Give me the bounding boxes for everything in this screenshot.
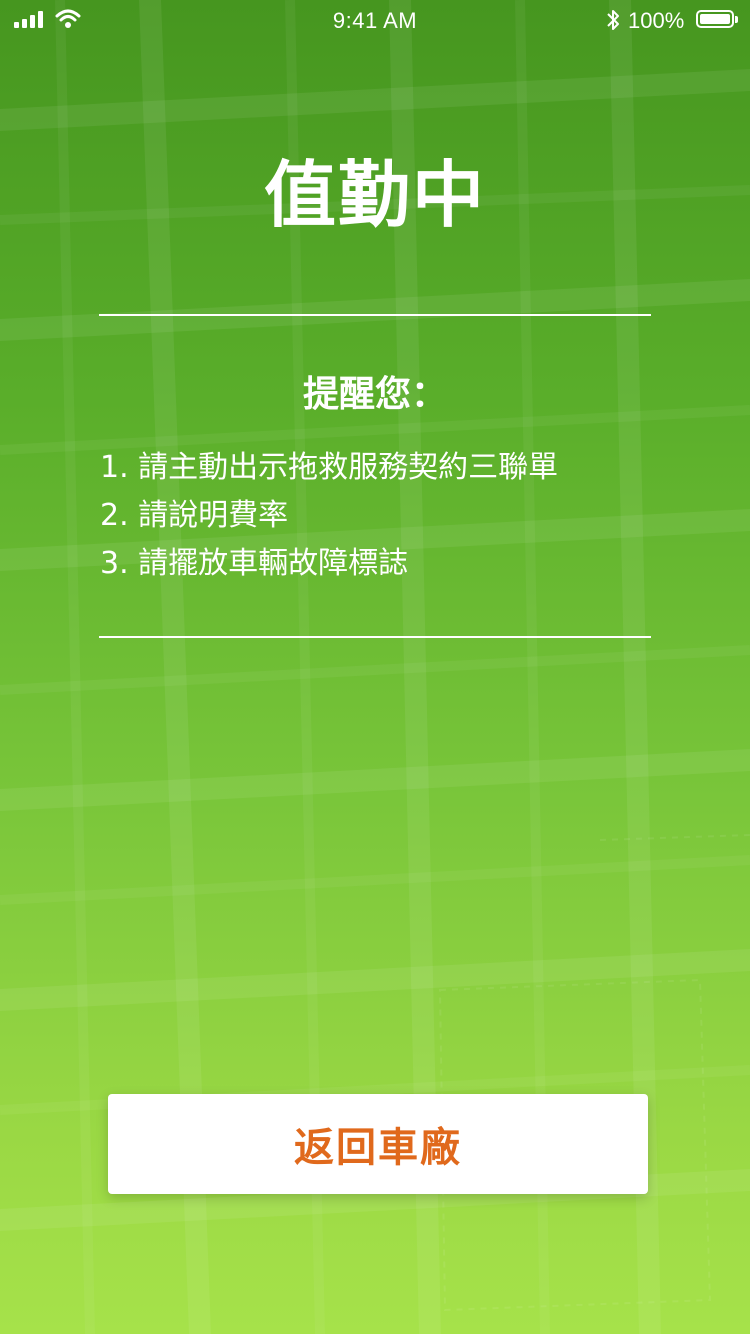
battery-icon bbox=[696, 10, 738, 28]
reminder-item: 1. 請主動出示拖救服務契約三聯單 bbox=[100, 450, 559, 485]
reminder-list: 1. 請主動出示拖救服務契約三聯單 2. 請說明費率 3. 請擺放車輛故障標誌 bbox=[100, 444, 558, 588]
status-bar: 9:41 AM 100% bbox=[0, 0, 750, 42]
top-divider bbox=[99, 314, 651, 316]
reminder-heading: 提醒您： bbox=[302, 374, 447, 415]
bluetooth-icon bbox=[607, 10, 619, 30]
reminder-item: 3. 請擺放車輛故障標誌 bbox=[100, 546, 409, 581]
battery-percent: 100% bbox=[628, 8, 685, 33]
reminder-item: 2. 請說明費率 bbox=[100, 498, 289, 533]
duty-screen: 值勤中 提醒您： 1. 請主動出示拖救服務契約三聯單 2. 請說明費率 3. 請… bbox=[0, 0, 750, 1334]
page-title: 值勤中 bbox=[263, 153, 486, 237]
bottom-divider bbox=[99, 636, 651, 638]
battery-level bbox=[700, 14, 730, 24]
return-to-garage-button[interactable]: 返回車廠 bbox=[108, 1094, 648, 1194]
